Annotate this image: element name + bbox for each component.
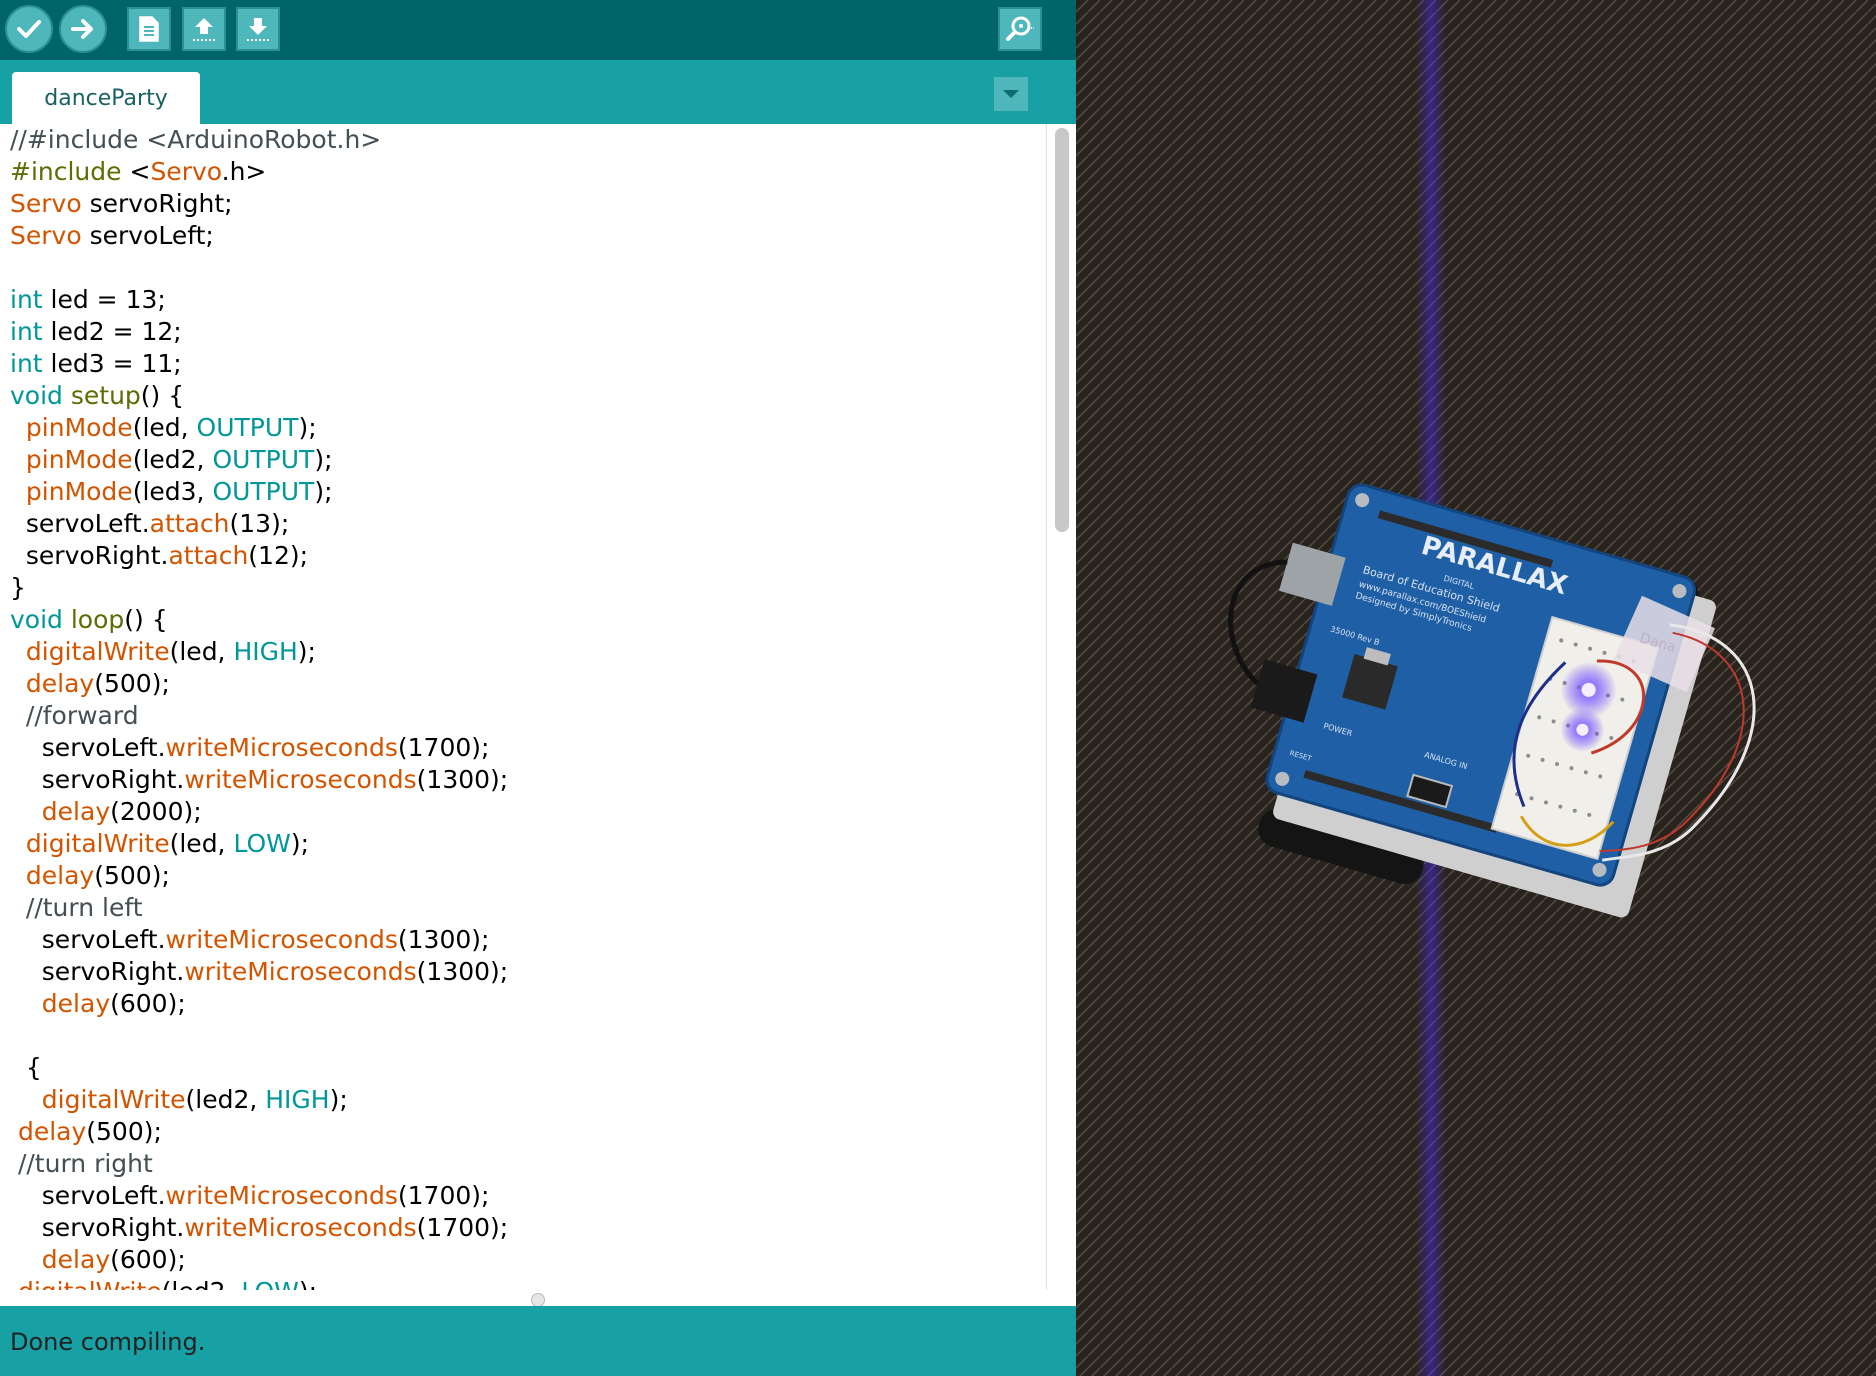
code-line[interactable]: void loop() { [10,604,508,636]
code-line[interactable]: } [10,572,508,604]
code-line[interactable]: { [10,1052,508,1084]
code-line[interactable]: pinMode(led, OUTPUT); [10,412,508,444]
code-line[interactable]: int led = 13; [10,284,508,316]
code-line[interactable]: servoRight.writeMicroseconds(1300); [10,764,508,796]
chevron-down-icon [1001,85,1021,104]
code-text[interactable]: //#include <ArduinoRobot.h> #include <Ser… [10,124,508,1290]
code-line[interactable]: delay(600); [10,1244,508,1276]
arrow-right-icon [70,17,96,41]
code-line[interactable]: digitalWrite(led, LOW); [10,828,508,860]
code-line[interactable]: digitalWrite(led2, LOW); [10,1276,508,1290]
toolbar [0,0,1076,60]
code-line[interactable]: void setup() { [10,380,508,412]
code-line[interactable]: //forward [10,700,508,732]
serial-monitor-button[interactable] [998,7,1042,51]
code-line[interactable] [10,252,508,284]
code-line[interactable]: //turn right [10,1148,508,1180]
code-line[interactable]: pinMode(led2, OUTPUT); [10,444,508,476]
code-line[interactable]: int led2 = 12; [10,316,508,348]
code-line[interactable]: int led3 = 11; [10,348,508,380]
robot-photo: PARALLAX Board of Education Shield www.p… [1076,0,1876,1376]
code-line[interactable]: servoRight.writeMicroseconds(1300); [10,956,508,988]
new-sketch-button[interactable] [127,7,171,51]
open-sketch-button[interactable] [182,7,226,51]
code-line[interactable]: servoLeft.writeMicroseconds(1300); [10,924,508,956]
code-line[interactable]: delay(500); [10,860,508,892]
tab-menu-button[interactable] [994,77,1028,111]
save-sketch-button[interactable] [236,7,280,51]
code-line[interactable]: //turn left [10,892,508,924]
magnifier-icon [1004,14,1036,44]
code-line[interactable] [10,1020,508,1052]
code-line[interactable]: delay(2000); [10,796,508,828]
vertical-scrollbar[interactable] [1046,124,1076,1290]
code-line[interactable]: delay(600); [10,988,508,1020]
code-line[interactable]: servoLeft.attach(13); [10,508,508,540]
code-line[interactable]: #include <Servo.h> [10,156,508,188]
code-line[interactable]: //#include <ArduinoRobot.h> [10,124,508,156]
tab-bar: danceParty [0,60,1076,124]
code-line[interactable]: servoLeft.writeMicroseconds(1700); [10,1180,508,1212]
code-line[interactable]: pinMode(led3, OUTPUT); [10,476,508,508]
code-line[interactable]: digitalWrite(led2, HIGH); [10,1084,508,1116]
status-bar: Done compiling. [0,1306,1076,1376]
open-upload-icon [190,14,218,44]
code-line[interactable]: delay(500); [10,668,508,700]
scrollbar-thumb[interactable] [1055,128,1069,532]
upload-button[interactable] [59,5,107,53]
tab-label: danceParty [44,85,168,111]
arduino-ide-window: danceParty //#include <ArduinoRobot.h> #i… [0,0,1076,1376]
code-editor[interactable]: //#include <ArduinoRobot.h> #include <Ser… [0,124,1076,1290]
console-resize-handle[interactable] [531,1293,545,1307]
code-line[interactable]: servoLeft.writeMicroseconds(1700); [10,732,508,764]
code-line[interactable]: servoRight.writeMicroseconds(1700); [10,1212,508,1244]
tab-danceparty[interactable]: danceParty [12,72,200,124]
code-line[interactable]: digitalWrite(led, HIGH); [10,636,508,668]
robot-photo-drawing: PARALLAX Board of Education Shield www.p… [1076,0,1876,1376]
verify-button[interactable] [5,5,53,53]
save-download-icon [244,14,272,44]
code-line[interactable]: delay(500); [10,1116,508,1148]
status-message: Done compiling. [10,1328,206,1356]
code-line[interactable]: Servo servoLeft; [10,220,508,252]
code-line[interactable]: servoRight.attach(12); [10,540,508,572]
code-line[interactable]: Servo servoRight; [10,188,508,220]
new-file-icon [138,15,160,43]
checkmark-icon [16,18,42,40]
